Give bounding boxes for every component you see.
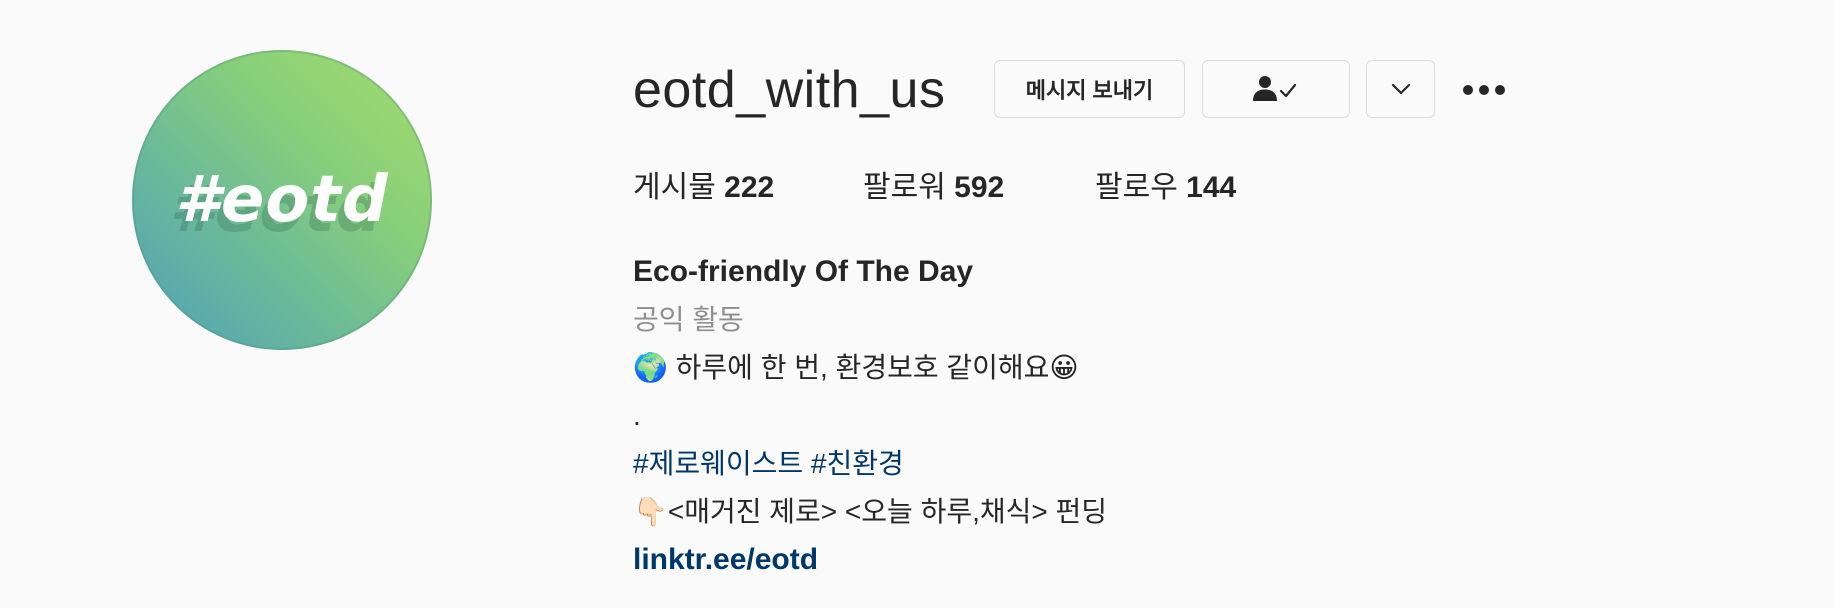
bio-dot-line: . (633, 400, 641, 431)
suggested-accounts-button[interactable] (1366, 60, 1435, 118)
more-options-button[interactable] (1460, 66, 1508, 114)
profile-avatar[interactable]: #eotd (132, 50, 432, 350)
person-check-icon (1249, 75, 1303, 103)
bio-category: 공익 활동 (633, 304, 744, 335)
more-horizontal-icon (1462, 84, 1506, 96)
posts-stat: 게시물 222 (633, 168, 774, 208)
followers-label: 팔로워 (863, 171, 946, 204)
profile-bio: Eco-friendly Of The Day 공익 활동 🌍 하루에 한 번,… (633, 248, 1107, 584)
hashtag-link[interactable]: #친환경 (811, 448, 904, 479)
chevron-down-icon (1390, 82, 1412, 96)
followers-stat[interactable]: 팔로워 592 (863, 168, 1004, 208)
posts-count: 222 (724, 171, 775, 204)
following-stat[interactable]: 팔로우 144 (1095, 168, 1236, 208)
bio-display-name: Eco-friendly Of The Day (633, 255, 974, 288)
bio-funding-line: 👇🏻<매거진 제로> <오늘 하루,채식> 펀딩 (633, 496, 1108, 527)
avatar-logo-text: #eotd (175, 163, 389, 237)
posts-label: 게시물 (633, 171, 716, 204)
hashtag-link[interactable]: #제로웨이스트 (633, 448, 803, 479)
bio-website-link[interactable]: linktr.ee/eotd (633, 536, 1107, 584)
profile-username: eotd_with_us (633, 61, 946, 119)
message-button[interactable]: 메시지 보내기 (994, 60, 1185, 118)
following-button[interactable] (1202, 60, 1350, 118)
bio-hashtags: #제로웨이스트 #친환경 (633, 440, 1107, 488)
following-label: 팔로우 (1095, 171, 1178, 204)
followers-count: 592 (954, 171, 1005, 204)
following-count: 144 (1186, 171, 1237, 204)
bio-line: 🌍 하루에 한 번, 환경보호 같이해요😀 (633, 352, 1079, 383)
